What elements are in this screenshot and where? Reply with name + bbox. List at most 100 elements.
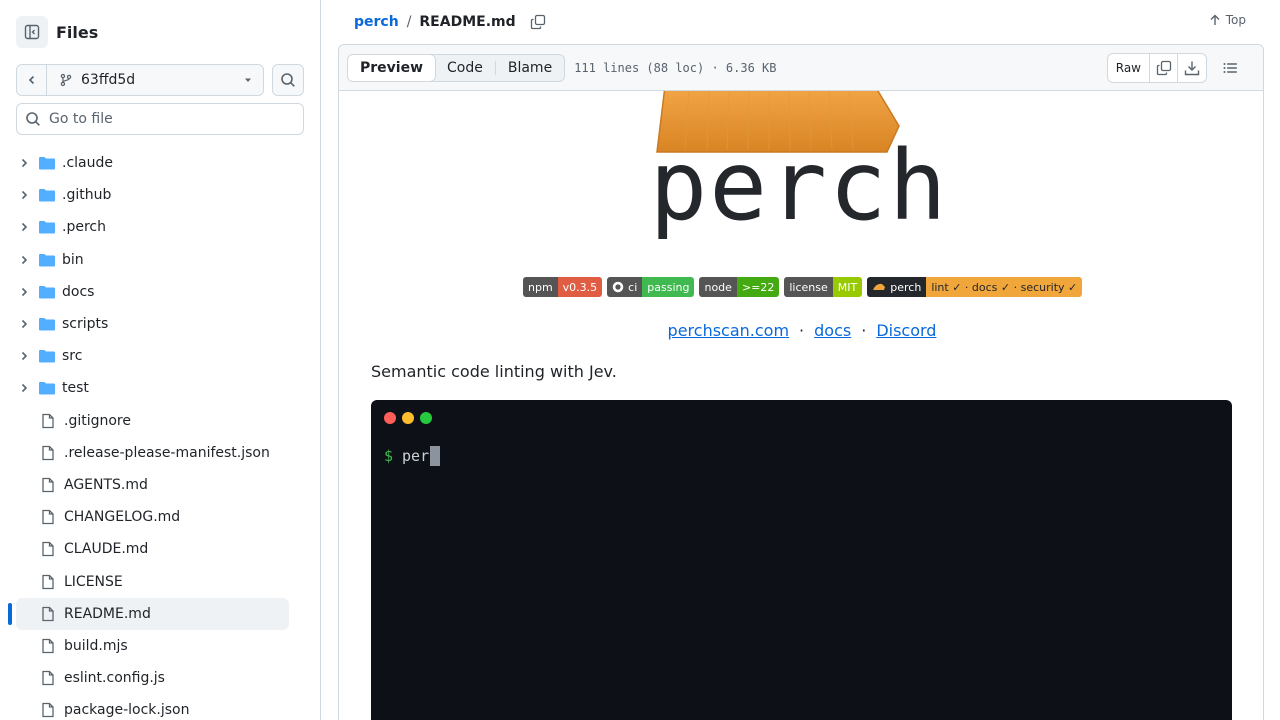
breadcrumb-separator: / bbox=[406, 14, 412, 30]
badge-value: passing bbox=[642, 277, 695, 297]
terminal-line: $ per bbox=[384, 446, 441, 466]
raw-button[interactable]: Raw bbox=[1108, 54, 1150, 82]
tree-file[interactable]: build.mjs bbox=[16, 630, 289, 662]
link-separator: · bbox=[799, 321, 805, 340]
chevron-right-icon[interactable] bbox=[16, 157, 32, 169]
discord-link[interactable]: Discord bbox=[876, 321, 936, 340]
badge-label: license bbox=[784, 277, 833, 297]
chevron-right-icon[interactable] bbox=[16, 189, 32, 201]
copy-icon bbox=[1156, 60, 1171, 76]
caret-down-icon bbox=[245, 78, 251, 82]
tree-file[interactable]: .release-please-manifest.json bbox=[16, 437, 289, 469]
tree-folder[interactable]: test bbox=[16, 372, 289, 404]
tree-item-label: docs bbox=[62, 283, 95, 300]
tree-file[interactable]: LICENSE bbox=[16, 565, 289, 597]
node-badge[interactable]: node >=22 bbox=[699, 277, 780, 297]
tree-item-label: .perch bbox=[62, 219, 106, 236]
collapse-sidebar-button[interactable] bbox=[16, 16, 48, 48]
tree-item-label: LICENSE bbox=[64, 573, 123, 590]
badge-label: perch bbox=[890, 280, 922, 294]
folder-icon bbox=[38, 348, 56, 364]
chevron-right-icon[interactable] bbox=[16, 221, 32, 233]
go-to-file-input[interactable] bbox=[49, 111, 295, 127]
badge-label: npm bbox=[523, 277, 558, 297]
ci-badge[interactable]: ci passing bbox=[607, 277, 695, 297]
tab-preview[interactable]: Preview bbox=[348, 54, 437, 81]
tree-file[interactable]: AGENTS.md bbox=[16, 469, 289, 501]
breadcrumb-repo-link[interactable]: perch bbox=[354, 14, 399, 30]
badge-label: node bbox=[699, 277, 737, 297]
git-branch-icon bbox=[60, 73, 72, 87]
back-button[interactable] bbox=[17, 65, 47, 95]
folder-icon bbox=[38, 316, 56, 332]
badge-value: v0.3.5 bbox=[557, 277, 603, 297]
terminal-demo: $ per bbox=[371, 400, 1232, 720]
docs-link[interactable]: docs bbox=[814, 321, 851, 340]
folder-icon bbox=[38, 155, 56, 171]
arrow-up-icon bbox=[1210, 14, 1220, 25]
tree-file-selected[interactable]: README.md bbox=[8, 597, 289, 630]
readme-logo: perch bbox=[649, 91, 949, 256]
license-badge[interactable]: license MIT bbox=[784, 277, 863, 297]
tree-folder[interactable]: src bbox=[16, 340, 289, 372]
sidebar-collapse-icon bbox=[24, 24, 40, 40]
tree-folder[interactable]: .claude bbox=[16, 147, 289, 179]
perch-badge[interactable]: perch lint ✓ · docs ✓ · security ✓ bbox=[867, 277, 1083, 297]
tree-item-label: .claude bbox=[62, 155, 113, 172]
file-meta: 111 lines (88 loc) · 6.36 KB bbox=[574, 60, 777, 75]
link-separator: · bbox=[861, 321, 867, 340]
file-icon bbox=[40, 606, 58, 622]
terminal-command: per bbox=[402, 447, 430, 465]
folder-icon bbox=[38, 252, 56, 268]
top-button[interactable]: Top bbox=[1209, 13, 1246, 27]
outline-button[interactable] bbox=[1215, 53, 1245, 83]
tree-item-label: CLAUDE.md bbox=[64, 541, 149, 558]
npm-badge[interactable]: npm v0.3.5 bbox=[523, 277, 603, 297]
file-icon bbox=[40, 574, 58, 590]
list-unordered-icon bbox=[1223, 63, 1237, 73]
tree-folder[interactable]: bin bbox=[16, 244, 289, 276]
tree-item-label: README.md bbox=[64, 605, 151, 622]
search-icon bbox=[281, 73, 295, 87]
terminal-cursor bbox=[430, 446, 441, 466]
tree-file[interactable]: .gitignore bbox=[16, 405, 289, 437]
tree-folder[interactable]: scripts bbox=[16, 308, 289, 340]
branch-name: 63ffd5d bbox=[81, 72, 136, 88]
chevron-right-icon[interactable] bbox=[16, 286, 32, 298]
file-view: perch / README.md Top Preview Code Blame… bbox=[338, 0, 1264, 720]
tab-code[interactable]: Code bbox=[435, 55, 495, 81]
breadcrumb: perch / README.md Top bbox=[338, 0, 1264, 44]
tree-file[interactable]: CHANGELOG.md bbox=[16, 501, 289, 533]
search-button[interactable] bbox=[272, 64, 304, 96]
website-link[interactable]: perchscan.com bbox=[668, 321, 790, 340]
chevron-right-icon[interactable] bbox=[16, 350, 32, 362]
tree-file[interactable]: CLAUDE.md bbox=[16, 533, 289, 565]
sidebar-header: Files bbox=[16, 16, 98, 48]
file-tree: .claude .github .perch bin docs scripts … bbox=[8, 147, 289, 720]
top-label: Top bbox=[1225, 13, 1246, 27]
tree-item-label: build.mjs bbox=[64, 637, 128, 654]
chevron-right-icon[interactable] bbox=[16, 318, 32, 330]
chevron-right-icon[interactable] bbox=[16, 382, 32, 394]
terminal-prompt: $ bbox=[384, 447, 394, 465]
tree-item-label: test bbox=[62, 380, 89, 397]
copy-path-button[interactable] bbox=[526, 10, 550, 34]
tree-item-label: package-lock.json bbox=[64, 702, 190, 719]
copy-raw-button[interactable] bbox=[1150, 54, 1178, 82]
file-actions: Raw bbox=[1106, 53, 1245, 83]
tree-folder[interactable]: .github bbox=[16, 179, 289, 211]
tree-item-label: CHANGELOG.md bbox=[64, 509, 181, 526]
file-toolbar: Preview Code Blame 111 lines (88 loc) · … bbox=[338, 44, 1264, 91]
tree-file[interactable]: eslint.config.js bbox=[16, 662, 289, 694]
chevron-right-icon[interactable] bbox=[16, 254, 32, 266]
tree-file[interactable]: package-lock.json bbox=[16, 694, 289, 720]
tree-folder[interactable]: .perch bbox=[16, 211, 289, 243]
tree-item-label: src bbox=[62, 348, 83, 365]
badge-value: MIT bbox=[832, 277, 863, 297]
download-button[interactable] bbox=[1178, 54, 1206, 82]
branch-select[interactable]: 63ffd5d bbox=[47, 65, 263, 95]
tree-folder[interactable]: docs bbox=[16, 276, 289, 308]
breadcrumb-file: README.md bbox=[419, 14, 516, 30]
readme-description: Semantic code linting with Jev. bbox=[371, 362, 617, 381]
tab-blame[interactable]: Blame bbox=[496, 55, 564, 81]
